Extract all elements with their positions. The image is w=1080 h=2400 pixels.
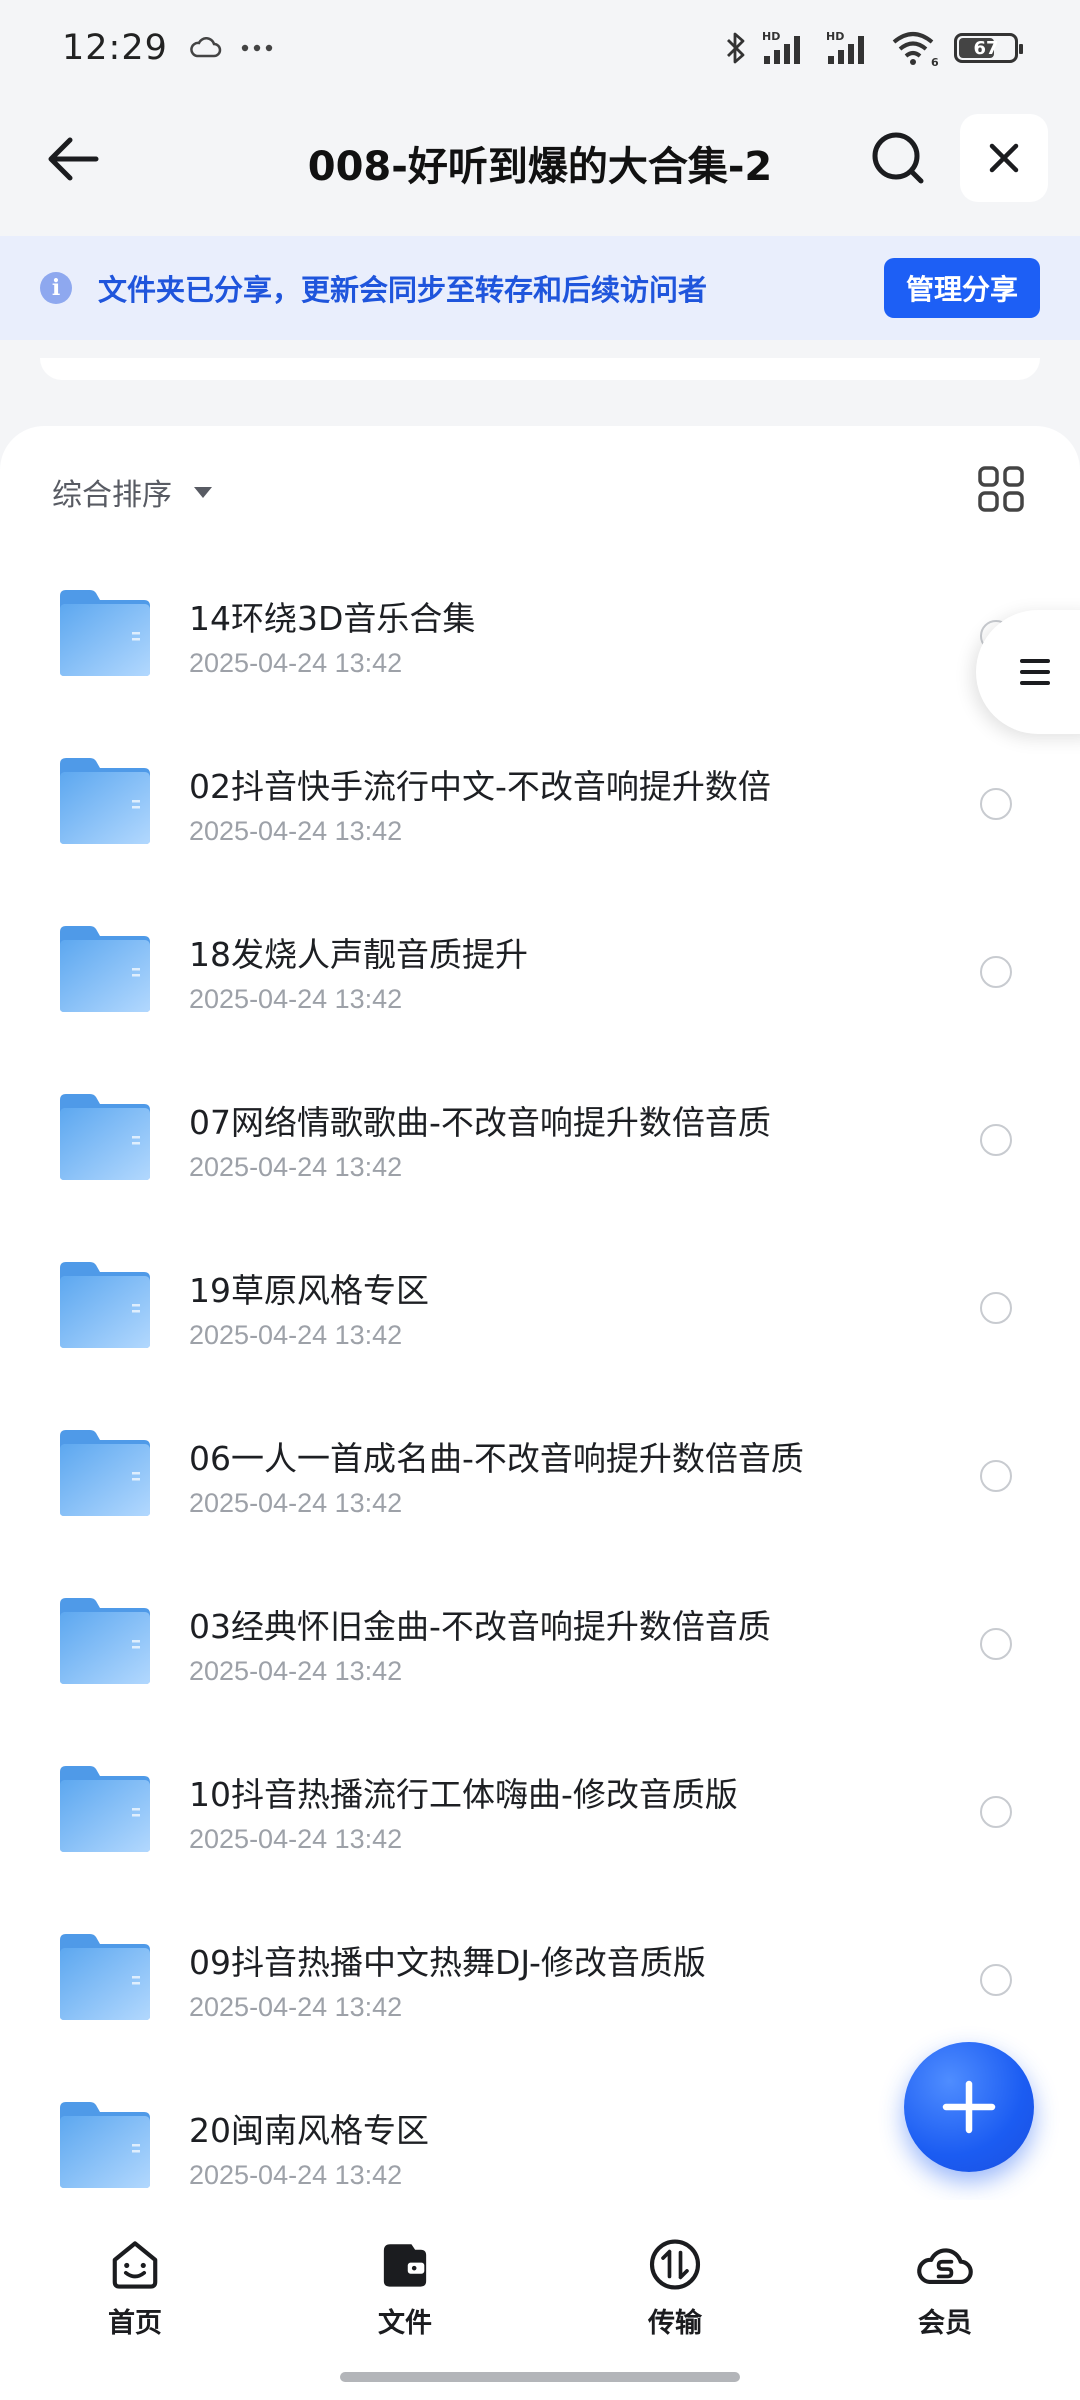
file-row[interactable]: 02抖音快手流行中文-不改音响提升数倍 2025-04-24 13:42 bbox=[0, 724, 1080, 892]
folder-icon bbox=[60, 758, 150, 844]
select-radio[interactable] bbox=[980, 1796, 1012, 1828]
file-row[interactable]: 09抖音热播中文热舞DJ-修改音质版 2025-04-24 13:42 bbox=[0, 1900, 1080, 2068]
file-name: 10抖音热播流行工体嗨曲-修改音质版 bbox=[189, 1775, 738, 1814]
file-row[interactable]: 10抖音热播流行工体嗨曲-修改音质版 2025-04-24 13:42 bbox=[0, 1732, 1080, 1900]
select-radio[interactable] bbox=[980, 1292, 1012, 1324]
select-radio[interactable] bbox=[980, 1628, 1012, 1660]
sort-label: 综合排序 bbox=[52, 478, 172, 513]
folder-icon bbox=[60, 590, 150, 676]
bluetooth-icon bbox=[727, 32, 745, 64]
file-name: 20闽南风格专区 bbox=[189, 2111, 429, 2150]
file-row[interactable]: 06一人一首成名曲-不改音响提升数倍音质 2025-04-24 13:42 bbox=[0, 1396, 1080, 1564]
nav-item-home[interactable]: 首页 bbox=[0, 2200, 270, 2340]
status-time: 12:29 bbox=[62, 28, 168, 68]
search-button[interactable] bbox=[862, 122, 934, 194]
battery-level: 67 bbox=[973, 37, 999, 59]
close-icon bbox=[989, 143, 1019, 173]
battery-icon: 67 bbox=[954, 33, 1023, 63]
share-notice-text: 文件夹已分享，更新会同步至转存和后续访问者 bbox=[98, 273, 708, 307]
more-dots-icon bbox=[241, 44, 273, 52]
select-radio[interactable] bbox=[980, 956, 1012, 988]
menu-lines-icon bbox=[1020, 659, 1050, 685]
file-date: 2025-04-24 13:42 bbox=[189, 816, 403, 846]
file-name: 06一人一首成名曲-不改音响提升数倍音质 bbox=[189, 1439, 804, 1478]
file-date: 2025-04-24 13:42 bbox=[189, 1488, 403, 1518]
wallet-folder-icon bbox=[383, 2244, 427, 2287]
sort-dropdown[interactable]: 综合排序 bbox=[52, 462, 212, 522]
wifi-label: 6 bbox=[931, 56, 939, 68]
nav-item-vip[interactable]: 会员 bbox=[810, 2200, 1080, 2340]
file-date: 2025-04-24 13:42 bbox=[189, 984, 403, 1014]
plus-icon bbox=[942, 2080, 996, 2134]
file-row[interactable]: 19草原风格专区 2025-04-24 13:42 bbox=[0, 1228, 1080, 1396]
file-row[interactable]: 07网络情歌歌曲-不改音响提升数倍音质 2025-04-24 13:42 bbox=[0, 1060, 1080, 1228]
file-name: 03经典怀旧金曲-不改音响提升数倍音质 bbox=[189, 1607, 771, 1646]
folder-icon bbox=[60, 1598, 150, 1684]
bottom-navigation: 首页 文件 传输 会员 bbox=[0, 2200, 1080, 2400]
file-date: 2025-04-24 13:42 bbox=[189, 1656, 403, 1686]
file-name: 07网络情歌歌曲-不改音响提升数倍音质 bbox=[189, 1103, 771, 1142]
home-smile-icon bbox=[112, 2241, 158, 2289]
file-name: 14环绕3D音乐合集 bbox=[189, 599, 476, 638]
app-header: 008-好听到爆的大合集-2 bbox=[0, 96, 1080, 236]
transfer-icon bbox=[649, 2239, 701, 2290]
signal-hd-label: HD bbox=[762, 30, 780, 43]
file-date: 2025-04-24 13:42 bbox=[189, 1152, 403, 1182]
nav-label-files: 文件 bbox=[378, 2308, 432, 2339]
folder-icon bbox=[60, 926, 150, 1012]
file-name: 18发烧人声靓音质提升 bbox=[189, 935, 528, 974]
wifi-icon: 6 bbox=[892, 32, 939, 68]
folder-icon bbox=[60, 1094, 150, 1180]
file-list-card: 综合排序 14环绕3D音乐合集 2025-04-24 13:42 02抖音快手流行中… bbox=[0, 426, 1080, 2236]
file-date: 2025-04-24 13:42 bbox=[189, 648, 403, 678]
file-name: 02抖音快手流行中文-不改音响提升数倍 bbox=[189, 767, 771, 806]
file-row[interactable]: 03经典怀旧金曲-不改音响提升数倍音质 2025-04-24 13:42 bbox=[0, 1564, 1080, 1732]
grid-view-toggle[interactable] bbox=[976, 464, 1026, 514]
folder-icon bbox=[60, 2102, 150, 2188]
cloud-icon bbox=[190, 37, 222, 58]
select-radio[interactable] bbox=[980, 788, 1012, 820]
signal-hd-label-2: HD bbox=[826, 30, 844, 43]
file-list: 14环绕3D音乐合集 2025-04-24 13:42 02抖音快手流行中文-不改音… bbox=[0, 556, 1080, 2236]
share-notice-banner: i 文件夹已分享，更新会同步至转存和后续访问者 管理分享 bbox=[0, 236, 1080, 340]
file-row[interactable]: 14环绕3D音乐合集 2025-04-24 13:42 bbox=[0, 556, 1080, 724]
folder-icon bbox=[60, 1934, 150, 2020]
file-name: 19草原风格专区 bbox=[189, 1271, 429, 1310]
signal-hd-icon-2: HD bbox=[826, 30, 864, 64]
nav-label-vip: 会员 bbox=[918, 2308, 972, 2339]
signal-hd-icon: HD bbox=[762, 30, 800, 64]
nav-label-transfer: 传输 bbox=[648, 2308, 702, 2339]
select-radio[interactable] bbox=[980, 1964, 1012, 1996]
select-radio[interactable] bbox=[980, 1124, 1012, 1156]
nav-item-transfer[interactable]: 传输 bbox=[540, 2200, 810, 2340]
divider-strip bbox=[40, 358, 1040, 380]
nav-item-files[interactable]: 文件 bbox=[270, 2200, 540, 2340]
file-date: 2025-04-24 13:42 bbox=[189, 1992, 403, 2022]
file-date: 2025-04-24 13:42 bbox=[189, 1320, 403, 1350]
file-name: 09抖音热播中文热舞DJ-修改音质版 bbox=[189, 1943, 706, 1982]
nav-label-home: 首页 bbox=[108, 2308, 162, 2339]
info-icon: i bbox=[40, 272, 72, 304]
home-indicator[interactable] bbox=[340, 2372, 740, 2382]
file-date: 2025-04-24 13:42 bbox=[189, 1824, 403, 1854]
search-icon bbox=[872, 132, 924, 184]
caret-down-icon bbox=[194, 486, 212, 498]
folder-icon bbox=[60, 1766, 150, 1852]
folder-icon bbox=[60, 1262, 150, 1348]
status-bar: 12:29 HD HD 6 67 bbox=[0, 0, 1080, 96]
select-radio[interactable] bbox=[980, 1460, 1012, 1492]
manage-share-button[interactable]: 管理分享 bbox=[883, 258, 1040, 318]
file-row[interactable]: 18发烧人声靓音质提升 2025-04-24 13:42 bbox=[0, 892, 1080, 1060]
add-button[interactable] bbox=[904, 2042, 1034, 2172]
folder-icon bbox=[60, 1430, 150, 1516]
vip-cloud-icon bbox=[917, 2248, 973, 2285]
file-date: 2025-04-24 13:42 bbox=[189, 2160, 403, 2190]
close-button[interactable] bbox=[960, 114, 1048, 202]
